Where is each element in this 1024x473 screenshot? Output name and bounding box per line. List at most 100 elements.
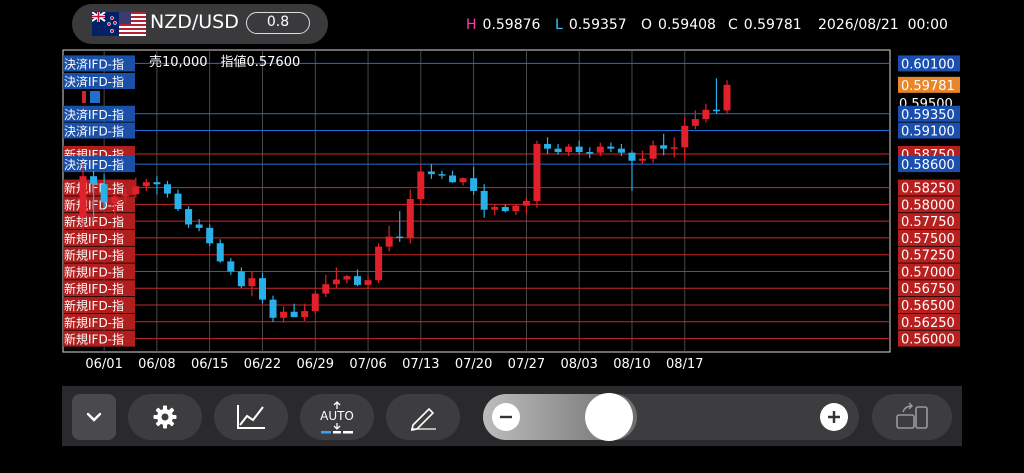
candle-body <box>501 207 509 212</box>
draw-tool-button[interactable] <box>386 394 460 440</box>
chart-toolbar: AUTO <box>62 386 962 446</box>
settle-price-label: 0.59100 <box>901 125 955 140</box>
new-price-label: 0.58000 <box>901 198 955 213</box>
candle-body <box>153 182 161 185</box>
indicator-button[interactable] <box>214 394 288 440</box>
zoom-in-button[interactable] <box>820 403 848 431</box>
candle-body <box>712 109 720 112</box>
x-tick-label: 06/01 <box>85 357 122 372</box>
new-order-tag-text: 新規IFD-指 <box>64 315 124 330</box>
settle-order-tag-text: 決済IFD-指 <box>64 124 124 139</box>
candle-body <box>554 148 562 153</box>
auto-label: AUTO <box>320 408 354 423</box>
candle-body <box>427 171 435 175</box>
x-tick-label: 07/13 <box>402 357 439 372</box>
candle-body <box>565 146 573 153</box>
x-tick-label: 06/22 <box>244 357 281 372</box>
zoom-slider[interactable] <box>483 393 859 441</box>
candle-body <box>185 209 193 225</box>
candle-body <box>586 152 594 154</box>
candle-body <box>607 146 615 149</box>
candle-body <box>280 311 288 318</box>
x-tick-label: 07/06 <box>349 357 386 372</box>
candle-body <box>544 143 552 149</box>
candle-body <box>237 271 245 287</box>
candle-body <box>142 182 150 187</box>
zoom-out-button[interactable] <box>492 403 520 431</box>
line-chart-icon <box>237 405 265 429</box>
chevron-down-icon <box>86 412 102 422</box>
candle-body <box>90 176 98 185</box>
candle-body <box>533 143 541 201</box>
new-order-tag-text: 新規IFD-指 <box>64 332 124 347</box>
plus-icon <box>828 411 840 423</box>
candle-body <box>702 109 710 120</box>
candle-body <box>596 146 604 153</box>
zoom-slider-knob[interactable] <box>585 393 633 441</box>
settle-price-label: 0.58600 <box>901 158 955 173</box>
order-marker <box>82 91 86 103</box>
collapse-button[interactable] <box>72 394 116 440</box>
layout-button[interactable] <box>872 394 952 440</box>
candle-body <box>480 190 488 210</box>
new-price-label: 0.57750 <box>901 215 955 230</box>
candle-body <box>470 178 478 191</box>
candlestick-chart[interactable]: 06/01 06/08 06/15 06/22 06/29 07/06 07/13 07/20… <box>0 0 1024 386</box>
new-price-label: 0.57250 <box>901 249 955 264</box>
candle-body <box>617 148 625 153</box>
candle-body <box>174 193 182 210</box>
candle-body <box>79 176 87 218</box>
new-order-tag-text: 新規IFD-指 <box>64 231 124 246</box>
new-order-tag-text: 新規IFD-指 <box>64 264 124 279</box>
candle-body <box>121 194 129 197</box>
candle-body <box>649 145 657 159</box>
candle-body <box>660 145 668 149</box>
candle-body <box>364 280 372 285</box>
candle-body <box>343 276 351 280</box>
x-tick-label: 07/20 <box>455 357 492 372</box>
candle-body <box>100 184 108 203</box>
x-tick-label: 06/29 <box>297 357 334 372</box>
candle-body <box>248 278 256 287</box>
pending-order-note: 売10,000 指値0.57600 <box>149 54 300 70</box>
auto-scale-button[interactable]: AUTO <box>300 394 374 440</box>
candle-body <box>216 243 224 262</box>
settle-price-label: 0.59350 <box>901 108 955 123</box>
candle-body <box>311 293 319 312</box>
settings-button[interactable] <box>128 394 202 440</box>
candle-body <box>681 125 689 148</box>
candle-body <box>723 84 731 111</box>
candle-body <box>111 196 119 203</box>
new-price-label: 0.56500 <box>901 299 955 314</box>
new-price-label: 0.56000 <box>901 333 955 348</box>
new-price-label: 0.58250 <box>901 182 955 197</box>
new-price-label: 0.56750 <box>901 282 955 297</box>
auto-scale-icon <box>321 422 353 433</box>
candle-body <box>195 224 203 228</box>
candle-body <box>227 261 235 272</box>
candle-body <box>385 236 393 247</box>
candle-body <box>438 174 446 176</box>
new-order-tag-text: 新規IFD-指 <box>64 298 124 313</box>
x-tick-label: 06/08 <box>138 357 175 372</box>
candle-body <box>449 175 457 183</box>
candle-body <box>353 276 361 285</box>
x-tick-label: 07/27 <box>508 357 545 372</box>
candle-body <box>290 311 298 318</box>
settle-order-tag-text: 決済IFD-指 <box>64 74 124 89</box>
gear-icon <box>153 405 177 429</box>
candle-body <box>639 158 647 161</box>
new-price-label: 0.57500 <box>901 232 955 247</box>
candle-body <box>459 178 467 183</box>
candle-body <box>301 311 309 318</box>
settle-order-tag-text: 決済IFD-指 <box>64 107 124 122</box>
x-tick-label: 08/10 <box>613 357 650 372</box>
settle-order-tag-text: 決済IFD-指 <box>64 157 124 172</box>
candle-body <box>491 207 499 210</box>
candle-body <box>332 279 340 285</box>
x-tick-label: 08/03 <box>560 357 597 372</box>
candle-body <box>206 227 214 244</box>
x-tick-label: 06/15 <box>191 357 228 372</box>
candle-body <box>512 205 520 212</box>
candle-body <box>396 236 404 239</box>
